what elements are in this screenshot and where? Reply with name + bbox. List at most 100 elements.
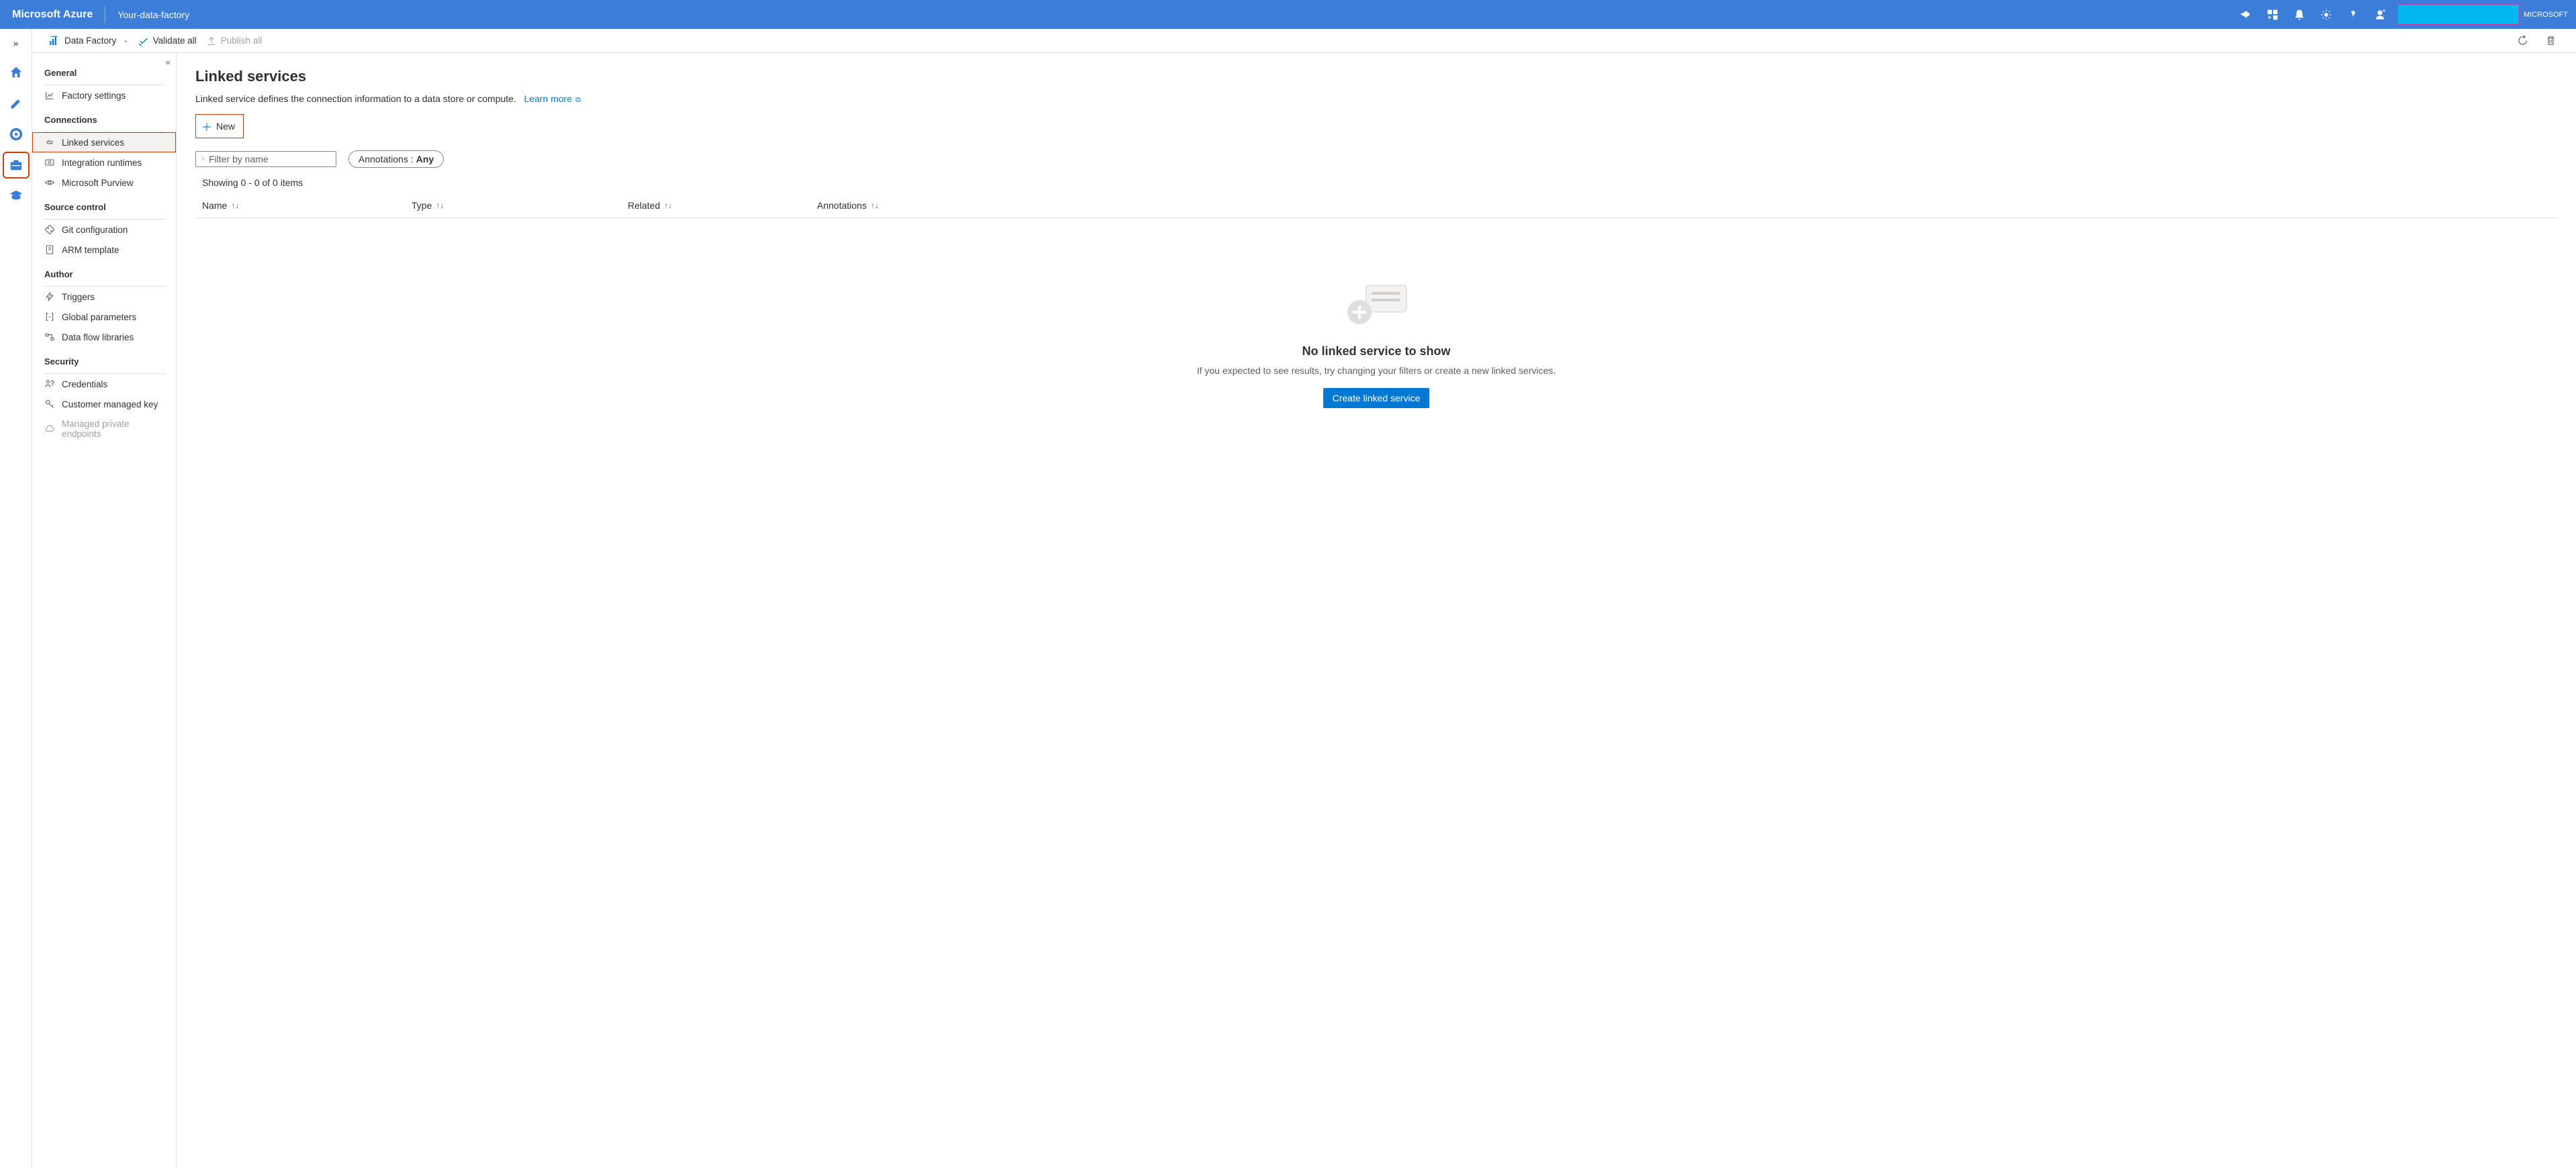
filter-name-input[interactable] bbox=[209, 154, 330, 164]
nav-arm-template[interactable]: ARM template bbox=[32, 240, 176, 260]
switcher-icon[interactable] bbox=[2259, 0, 2286, 29]
col-type[interactable]: Type ↑↓ bbox=[412, 200, 620, 211]
delete-button[interactable] bbox=[2541, 32, 2560, 50]
page-description: Linked service defines the connection in… bbox=[195, 93, 2557, 105]
nav-cmk[interactable]: Customer managed key bbox=[32, 394, 176, 414]
empty-state: No linked service to show If you expecte… bbox=[195, 279, 2557, 408]
help-icon[interactable] bbox=[2340, 0, 2367, 29]
annotations-value: Any bbox=[416, 154, 434, 164]
notifications-icon[interactable] bbox=[2286, 0, 2313, 29]
chart-icon bbox=[44, 90, 55, 101]
icon-rail: » bbox=[0, 29, 32, 1168]
section-connections: Connections bbox=[32, 105, 176, 129]
link-icon bbox=[44, 137, 55, 148]
validate-label: Validate all bbox=[153, 36, 197, 46]
nav-integration-runtimes[interactable]: Integration runtimes bbox=[32, 152, 176, 173]
check-icon bbox=[138, 36, 149, 46]
sidebar-collapse-toggle[interactable]: « bbox=[166, 57, 171, 67]
table-header-row: Name ↑↓ Type ↑↓ Related ↑↓ Annotations bbox=[195, 193, 2557, 218]
external-link-icon: ⧉ bbox=[573, 96, 581, 104]
page-title: Linked services bbox=[195, 68, 2557, 85]
rail-author-icon[interactable] bbox=[5, 92, 28, 115]
learn-more-link[interactable]: Learn more ⧉ bbox=[524, 93, 581, 104]
feedback-icon[interactable] bbox=[2367, 0, 2393, 29]
empty-description: If you expected to see results, try chan… bbox=[1197, 365, 1556, 376]
publish-label: Publish all bbox=[221, 36, 263, 46]
nav-label: Linked services bbox=[62, 138, 124, 148]
rail-monitor-icon[interactable] bbox=[5, 123, 28, 146]
new-linked-service-button[interactable]: ＋ New bbox=[195, 114, 244, 138]
workspace-label: Data Factory bbox=[64, 36, 116, 46]
sort-icon: ↑↓ bbox=[664, 201, 672, 210]
filter-row: Annotations : Any bbox=[195, 150, 2557, 168]
section-general: General bbox=[32, 58, 176, 82]
flow-icon bbox=[44, 332, 55, 342]
nav-dataflow-libs[interactable]: Data flow libraries bbox=[32, 327, 176, 347]
rail-home-icon[interactable] bbox=[5, 61, 28, 84]
section-source-control: Source control bbox=[32, 193, 176, 216]
publish-all-button: Publish all bbox=[206, 36, 263, 46]
col-annotations[interactable]: Annotations ↑↓ bbox=[817, 200, 951, 211]
nav-label: Git configuration bbox=[62, 225, 128, 235]
nav-label: Global parameters bbox=[62, 312, 136, 322]
upload-icon bbox=[206, 36, 217, 46]
section-author: Author bbox=[32, 260, 176, 283]
announcements-icon[interactable] bbox=[2232, 0, 2259, 29]
empty-title: No linked service to show bbox=[1302, 344, 1450, 358]
workspace-selector[interactable]: Data Factory ⌄ bbox=[48, 35, 129, 47]
filter-icon bbox=[201, 154, 205, 164]
sort-icon: ↑↓ bbox=[871, 201, 879, 210]
nav-factory-settings[interactable]: Factory settings bbox=[32, 85, 176, 105]
empty-illustration bbox=[1339, 279, 1413, 332]
global-header: Microsoft Azure Your-data-factory MICROS… bbox=[0, 0, 2576, 29]
nav-linked-services[interactable]: Linked services bbox=[32, 132, 176, 152]
lightning-icon bbox=[44, 291, 55, 302]
header-right: MICROSOFT bbox=[2232, 0, 2576, 29]
plus-icon: ＋ bbox=[201, 118, 212, 134]
sort-icon: ↑↓ bbox=[436, 201, 444, 210]
settings-icon[interactable] bbox=[2313, 0, 2340, 29]
nav-sidebar: « General Factory settings Connections L… bbox=[32, 53, 177, 1168]
header-left: Microsoft Azure Your-data-factory bbox=[0, 7, 201, 23]
nav-credentials[interactable]: Credentials bbox=[32, 374, 176, 394]
gear-box-icon bbox=[44, 157, 55, 168]
rail-expand-toggle[interactable]: » bbox=[13, 33, 19, 53]
nav-label: Managed private endpoints bbox=[62, 419, 164, 439]
nav-label: Credentials bbox=[62, 379, 107, 389]
nav-global-params[interactable]: Global parameters bbox=[32, 307, 176, 327]
validate-all-button[interactable]: Validate all bbox=[138, 36, 197, 46]
git-icon bbox=[44, 224, 55, 235]
nav-label: Triggers bbox=[62, 292, 95, 302]
results-count: Showing 0 - 0 of 0 items bbox=[202, 177, 2550, 188]
nav-triggers[interactable]: Triggers bbox=[32, 287, 176, 307]
key-icon bbox=[44, 399, 55, 409]
page-content: Linked services Linked service defines t… bbox=[177, 53, 2576, 1168]
rail-manage-icon[interactable] bbox=[5, 154, 28, 177]
nav-git-config[interactable]: Git configuration bbox=[32, 220, 176, 240]
filter-input-wrap[interactable] bbox=[195, 151, 336, 167]
resource-name[interactable]: Your-data-factory bbox=[105, 9, 201, 20]
create-linked-service-button[interactable]: Create linked service bbox=[1323, 388, 1430, 408]
annotations-filter[interactable]: Annotations : Any bbox=[348, 150, 444, 168]
col-related[interactable]: Related ↑↓ bbox=[628, 200, 809, 211]
command-bar: Data Factory ⌄ Validate all Publish all bbox=[32, 29, 2576, 53]
account-pill[interactable] bbox=[2397, 4, 2520, 25]
cloud-lock-icon bbox=[44, 424, 55, 434]
nav-label: Microsoft Purview bbox=[62, 178, 134, 188]
annotations-label: Annotations : bbox=[359, 154, 414, 164]
refresh-icon bbox=[2517, 35, 2528, 46]
nav-label: Factory settings bbox=[62, 91, 126, 101]
nav-label: ARM template bbox=[62, 245, 120, 255]
refresh-button[interactable] bbox=[2513, 32, 2532, 50]
section-security: Security bbox=[32, 347, 176, 371]
brand-title[interactable]: Microsoft Azure bbox=[0, 9, 105, 21]
rail-learn-icon[interactable] bbox=[5, 185, 28, 207]
nav-private-endpoints: Managed private endpoints bbox=[32, 414, 176, 444]
nav-purview[interactable]: Microsoft Purview bbox=[32, 173, 176, 193]
account-block[interactable] bbox=[2393, 4, 2524, 25]
template-icon bbox=[44, 244, 55, 255]
eye-icon bbox=[44, 177, 55, 188]
key-person-icon bbox=[44, 379, 55, 389]
col-name[interactable]: Name ↑↓ bbox=[202, 200, 403, 211]
desc-text: Linked service defines the connection in… bbox=[195, 93, 516, 104]
